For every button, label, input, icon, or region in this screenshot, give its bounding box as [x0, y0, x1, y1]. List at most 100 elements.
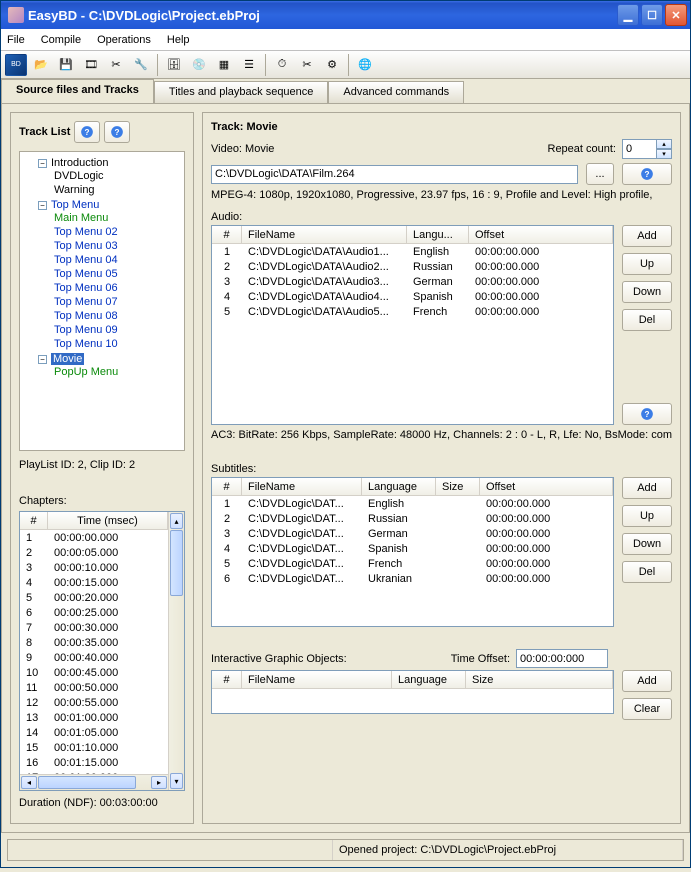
tool-open-icon[interactable]: 📂 — [30, 54, 52, 76]
tool-globe-icon[interactable]: 🌐 — [354, 54, 376, 76]
table-row[interactable]: 1200:00:55.000 — [20, 695, 168, 710]
audio-help-button[interactable]: ? — [622, 403, 672, 425]
menu-help[interactable]: Help — [167, 34, 190, 46]
col-size[interactable]: Size — [436, 478, 480, 495]
repeat-count-input[interactable] — [622, 139, 656, 159]
table-row[interactable]: 1C:\DVDLogic\DATA\Audio1...English00:00:… — [212, 244, 613, 259]
tree-node-tm07[interactable]: Top Menu 07 — [54, 296, 118, 308]
tree-node-tm06[interactable]: Top Menu 06 — [54, 282, 118, 294]
col-num[interactable]: # — [212, 671, 242, 688]
col-language[interactable]: Language — [392, 671, 466, 688]
table-row[interactable]: 1500:01:10.000 — [20, 740, 168, 755]
spin-up-icon[interactable]: ▴ — [656, 139, 672, 149]
audio-body[interactable]: 1C:\DVDLogic\DATA\Audio1...English00:00:… — [212, 244, 613, 319]
tab-titles[interactable]: Titles and playback sequence — [154, 81, 329, 103]
igo-clear-button[interactable]: Clear — [622, 698, 672, 720]
tree-node-popup[interactable]: PopUp Menu — [54, 366, 118, 378]
close-button[interactable]: ✕ — [665, 4, 687, 26]
track-list-help-button-1[interactable]: ? — [74, 121, 100, 143]
audio-del-button[interactable]: Del — [622, 309, 672, 331]
tool-clock-icon[interactable]: ⏱ — [271, 54, 293, 76]
tool-list-icon[interactable]: ▦ — [213, 54, 235, 76]
tool-save-icon[interactable]: 💾 — [55, 54, 77, 76]
table-row[interactable]: 1100:00:50.000 — [20, 680, 168, 695]
tree-node-tm05[interactable]: Top Menu 05 — [54, 268, 118, 280]
scroll-right-icon[interactable]: ▸ — [151, 776, 167, 789]
audio-add-button[interactable]: Add — [622, 225, 672, 247]
scroll-down-icon[interactable]: ▾ — [170, 773, 183, 789]
table-row[interactable]: 1000:00:45.000 — [20, 665, 168, 680]
col-filename[interactable]: FileName — [242, 671, 392, 688]
titlebar[interactable]: EasyBD - C:\DVDLogic\Project.ebProj ▁ ☐ … — [1, 1, 690, 29]
tree-node-dvdlogic[interactable]: DVDLogic — [54, 170, 104, 182]
track-list-help-button-2[interactable]: ? — [104, 121, 130, 143]
tool-gears-icon[interactable]: ⚙ — [321, 54, 343, 76]
col-filename[interactable]: FileName — [242, 478, 362, 495]
table-row[interactable]: 200:00:05.000 — [20, 545, 168, 560]
table-row[interactable]: 5C:\DVDLogic\DATA\Audio5...French00:00:0… — [212, 304, 613, 319]
sub-down-button[interactable]: Down — [622, 533, 672, 555]
track-tree[interactable]: −Introduction DVDLogic Warning −Top Menu… — [22, 156, 182, 380]
minimize-button[interactable]: ▁ — [617, 4, 639, 26]
tool-disc-icon[interactable]: 💿 — [188, 54, 210, 76]
table-row[interactable]: 500:00:20.000 — [20, 590, 168, 605]
audio-up-button[interactable]: Up — [622, 253, 672, 275]
browse-button[interactable]: ... — [586, 163, 614, 185]
tree-node-topmenu[interactable]: Top Menu — [51, 199, 99, 211]
sub-add-button[interactable]: Add — [622, 477, 672, 499]
tree-node-mainmenu[interactable]: Main Menu — [54, 212, 108, 224]
table-row[interactable]: 600:00:25.000 — [20, 605, 168, 620]
table-row[interactable]: 800:00:35.000 — [20, 635, 168, 650]
table-row[interactable]: 400:00:15.000 — [20, 575, 168, 590]
table-row[interactable]: 4C:\DVDLogic\DATA\Audio4...Spanish00:00:… — [212, 289, 613, 304]
table-row[interactable]: 300:00:10.000 — [20, 560, 168, 575]
video-help-button[interactable]: ? — [622, 163, 672, 185]
col-size[interactable]: Size — [466, 671, 613, 688]
col-filename[interactable]: FileName — [242, 226, 407, 243]
sub-up-button[interactable]: Up — [622, 505, 672, 527]
video-path-field[interactable]: C:\DVDLogic\DATA\Film.264 — [211, 165, 578, 184]
table-row[interactable]: 2C:\DVDLogic\DAT...Russian00:00:00.000 — [212, 511, 613, 526]
col-offset[interactable]: Offset — [469, 226, 613, 243]
col-num[interactable]: # — [212, 478, 242, 495]
tree-node-tm10[interactable]: Top Menu 10 — [54, 338, 118, 350]
sub-del-button[interactable]: Del — [622, 561, 672, 583]
table-row[interactable]: 1400:01:05.000 — [20, 725, 168, 740]
tree-node-tm03[interactable]: Top Menu 03 — [54, 240, 118, 252]
chapters-v-scroll[interactable]: ▴ ▾ — [168, 512, 184, 790]
spin-down-icon[interactable]: ▾ — [656, 149, 672, 159]
tree-node-tm08[interactable]: Top Menu 08 — [54, 310, 118, 322]
tree-node-tm04[interactable]: Top Menu 04 — [54, 254, 118, 266]
tab-advanced[interactable]: Advanced commands — [328, 81, 464, 103]
tree-node-movie[interactable]: Movie — [51, 353, 84, 365]
table-row[interactable]: 2C:\DVDLogic\DATA\Audio2...Russian00:00:… — [212, 259, 613, 274]
igo-header[interactable]: # FileName Language Size — [212, 671, 613, 689]
scroll-thumb[interactable] — [38, 776, 136, 789]
sub-header[interactable]: # FileName Language Size Offset — [212, 478, 613, 496]
table-row[interactable]: 1600:01:15.000 — [20, 755, 168, 770]
tree-node-warning[interactable]: Warning — [54, 184, 95, 196]
tree-toggle-icon[interactable]: − — [38, 159, 47, 168]
table-row[interactable]: 1300:01:00.000 — [20, 710, 168, 725]
repeat-count-spinner[interactable]: ▴▾ — [622, 139, 672, 159]
tool-film-icon[interactable]: 🎞 — [80, 54, 102, 76]
sub-body[interactable]: 1C:\DVDLogic\DAT...English00:00:00.0002C… — [212, 496, 613, 586]
table-row[interactable]: 3C:\DVDLogic\DAT...German00:00:00.000 — [212, 526, 613, 541]
tree-node-introduction[interactable]: Introduction — [51, 157, 108, 169]
tool-struct-icon[interactable]: ☰ — [238, 54, 260, 76]
col-time[interactable]: Time (msec) — [48, 512, 168, 529]
tree-node-tm09[interactable]: Top Menu 09 — [54, 324, 118, 336]
menu-operations[interactable]: Operations — [97, 34, 151, 46]
col-language[interactable]: Language — [362, 478, 436, 495]
tab-source[interactable]: Source files and Tracks — [1, 79, 154, 103]
table-row[interactable]: 700:00:30.000 — [20, 620, 168, 635]
table-row[interactable]: 900:00:40.000 — [20, 650, 168, 665]
scroll-thumb[interactable] — [170, 530, 183, 596]
col-offset[interactable]: Offset — [480, 478, 613, 495]
maximize-button[interactable]: ☐ — [641, 4, 663, 26]
tool-tool-icon[interactable]: 🔧 — [130, 54, 152, 76]
scroll-up-icon[interactable]: ▴ — [170, 513, 183, 529]
audio-down-button[interactable]: Down — [622, 281, 672, 303]
tree-node-tm02[interactable]: Top Menu 02 — [54, 226, 118, 238]
chapters-header[interactable]: # Time (msec) — [20, 512, 168, 530]
